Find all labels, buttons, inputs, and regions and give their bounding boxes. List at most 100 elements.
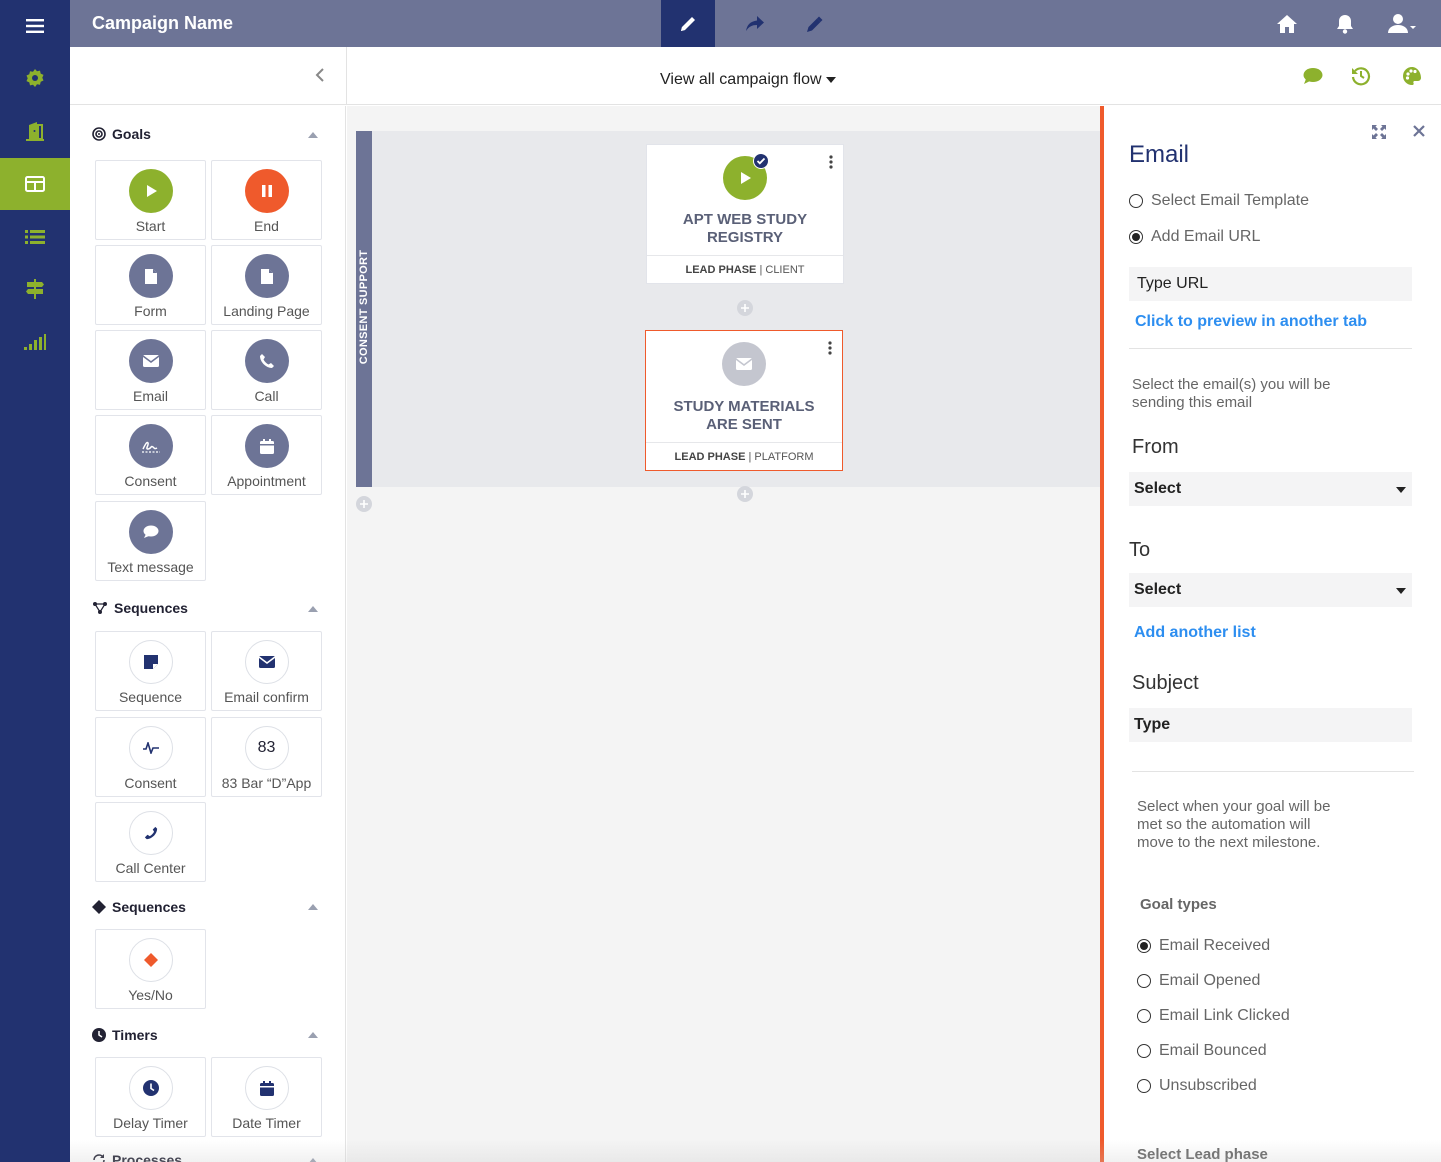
radio-label: Email Opened <box>1159 972 1261 989</box>
list-icon[interactable] <box>0 211 70 263</box>
preview-link[interactable]: Click to preview in another tab <box>1135 313 1367 331</box>
tile-call-center[interactable]: Call Center <box>95 802 206 882</box>
icon-rail <box>0 0 70 1162</box>
collapse-sequences-icon[interactable] <box>308 606 318 612</box>
node-title: STUDY MATERIALS ARE SENT <box>673 398 815 433</box>
divider <box>1132 771 1414 772</box>
lead-phase-label: Select Lead phase <box>1137 1146 1268 1162</box>
tile-consent[interactable]: Consent <box>95 415 206 495</box>
collapse-sidebar-icon[interactable] <box>310 65 330 85</box>
tile-delay-timer[interactable]: Delay Timer <box>95 1057 206 1137</box>
from-label: From <box>1132 436 1179 458</box>
separator: | <box>748 451 752 463</box>
radio-button[interactable] <box>1129 194 1143 208</box>
timers-title: Timers <box>112 1027 158 1043</box>
badge-83: 83 <box>244 726 289 770</box>
collapse-decisions-icon[interactable] <box>308 904 318 910</box>
add-step-icon[interactable] <box>737 300 753 316</box>
sequences-header[interactable]: Sequences <box>92 600 188 616</box>
signal-icon[interactable] <box>0 316 70 368</box>
clock-icon <box>92 1028 106 1042</box>
signature-icon <box>128 424 173 468</box>
home-icon[interactable] <box>1272 0 1302 47</box>
radio-button[interactable] <box>1129 230 1143 244</box>
collapse-timers-icon[interactable] <box>308 1032 318 1038</box>
tile-start[interactable]: Start <box>95 160 206 240</box>
diamond-icon <box>92 900 106 914</box>
tile-text-message[interactable]: Text message <box>95 501 206 581</box>
pencil-icon[interactable] <box>661 0 715 47</box>
flow-node-start[interactable]: APT WEB STUDY REGISTRY LEAD PHASE | CLIE… <box>646 144 844 284</box>
tile-date-timer[interactable]: Date Timer <box>211 1057 322 1137</box>
tile-83bar-app[interactable]: 83 83 Bar “D”App <box>211 717 322 797</box>
tile-yes-no[interactable]: Yes/No <box>95 929 206 1009</box>
from-select[interactable]: Select <box>1129 472 1412 506</box>
flow-node-email[interactable]: STUDY MATERIALS ARE SENT LEAD PHASE | PL… <box>645 330 843 471</box>
collapse-processes-icon[interactable] <box>308 1158 318 1162</box>
swimlane-tab[interactable]: CONSENT SUPPORT <box>356 131 372 487</box>
pen-icon[interactable] <box>786 0 840 47</box>
tile-label: Text message <box>107 559 194 575</box>
refresh-icon <box>93 1154 105 1162</box>
radio-button[interactable] <box>1137 939 1151 953</box>
processes-header[interactable]: Processes <box>92 1152 182 1162</box>
tile-call[interactable]: Call <box>211 330 322 410</box>
collapse-goals-icon[interactable] <box>308 132 318 138</box>
tile-sequence[interactable]: Sequence <box>95 631 206 711</box>
expand-icon[interactable] <box>1372 125 1386 139</box>
tile-email-confirm[interactable]: Email confirm <box>211 631 322 711</box>
signpost-icon[interactable] <box>0 263 70 315</box>
caret-down-icon <box>1396 588 1406 594</box>
sequences-title: Sequences <box>114 600 188 616</box>
gear-icon[interactable] <box>0 52 70 104</box>
node-title: APT WEB STUDY REGISTRY <box>682 211 808 246</box>
goal-type-email-bounced[interactable]: Email Bounced <box>1137 1042 1267 1060</box>
decisions-header[interactable]: Sequences <box>92 899 186 915</box>
radio-button[interactable] <box>1137 1044 1151 1058</box>
to-select[interactable]: Select <box>1129 573 1412 607</box>
flow-canvas[interactable]: CONSENT SUPPORT APT WEB STUDY REGISTRY L… <box>347 106 1100 1162</box>
tile-appointment[interactable]: Appointment <box>211 415 322 495</box>
door-icon[interactable] <box>0 105 70 157</box>
goal-type-email-received[interactable]: Email Received <box>1137 937 1270 955</box>
history-icon[interactable] <box>1350 65 1372 87</box>
user-icon[interactable] <box>1384 0 1420 47</box>
kebab-menu-icon[interactable] <box>828 341 832 355</box>
campaign-name[interactable]: Campaign Name <box>92 13 233 34</box>
chat-bubble-icon <box>128 510 173 554</box>
badge-83-text: 83 <box>257 739 276 756</box>
from-select-value: Select <box>1134 480 1182 497</box>
comment-icon[interactable] <box>1302 65 1324 87</box>
timers-header[interactable]: Timers <box>92 1027 158 1043</box>
tile-email[interactable]: Email <box>95 330 206 410</box>
bell-icon[interactable] <box>1332 0 1358 47</box>
radio-button[interactable] <box>1137 1009 1151 1023</box>
tile-form[interactable]: Form <box>95 245 206 325</box>
palette-icon[interactable] <box>1401 65 1423 87</box>
radio-button[interactable] <box>1137 1079 1151 1093</box>
board-icon[interactable] <box>0 158 70 210</box>
radio-select-template[interactable]: Select Email Template <box>1129 192 1309 210</box>
close-icon[interactable] <box>1413 125 1425 137</box>
add-step-icon[interactable] <box>737 486 753 502</box>
kebab-menu-icon[interactable] <box>829 155 833 169</box>
goal-type-link-clicked[interactable]: Email Link Clicked <box>1137 1007 1290 1025</box>
radio-add-url[interactable]: Add Email URL <box>1129 228 1260 246</box>
add-lane-icon[interactable] <box>356 496 372 512</box>
add-list-link[interactable]: Add another list <box>1134 624 1256 642</box>
goal-type-email-opened[interactable]: Email Opened <box>1137 972 1260 990</box>
goals-header[interactable]: Goals <box>92 126 151 142</box>
subject-input[interactable]: Type <box>1129 708 1412 742</box>
tile-end[interactable]: End <box>211 160 322 240</box>
goal-type-unsubscribed[interactable]: Unsubscribed <box>1137 1077 1257 1095</box>
tile-consent-sequence[interactable]: Consent <box>95 717 206 797</box>
target-icon <box>92 127 106 141</box>
share-icon[interactable] <box>728 0 782 47</box>
tile-landing-page[interactable]: Landing Page <box>211 245 322 325</box>
menu-icon[interactable] <box>0 0 70 52</box>
url-input[interactable]: Type URL <box>1129 267 1412 301</box>
radio-button[interactable] <box>1137 974 1151 988</box>
pause-icon <box>244 169 289 213</box>
flow-select[interactable]: View all campaign flow <box>660 71 836 89</box>
tile-label: Date Timer <box>232 1115 301 1131</box>
